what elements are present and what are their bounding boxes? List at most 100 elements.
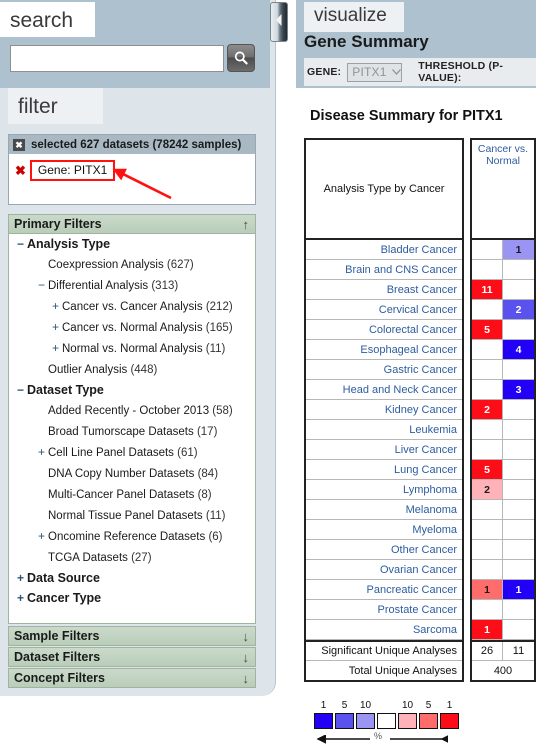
cancer-type-label[interactable]: Myeloma [306,520,462,540]
expand-down-icon[interactable]: ↓ [243,650,250,665]
section-dataset-filters-label: Dataset Filters [14,650,101,664]
expand-icon[interactable]: + [35,526,48,546]
filter-node[interactable]: + Cancer vs. Normal Analysis (165) [9,317,255,338]
cancer-type-label[interactable]: Lung Cancer [306,460,462,480]
filter-node-label[interactable]: Analysis Type [27,234,110,254]
filter-node-label[interactable]: Cell Line Panel Datasets [48,443,174,463]
filter-node[interactable]: − Differential Analysis (313) [9,275,255,296]
cell-under-expression[interactable]: 1 [503,580,534,599]
cell-over-expression[interactable]: 1 [472,580,503,599]
remove-filter-icon[interactable]: ✖ [15,164,26,177]
cancer-type-label[interactable]: Bladder Cancer [306,240,462,260]
filter-node[interactable]: DNA Copy Number Datasets (84) [9,463,255,484]
collapse-icon[interactable]: − [14,234,27,254]
filter-node-label[interactable]: Normal Tissue Panel Datasets [48,506,203,526]
cancer-type-label[interactable]: Prostate Cancer [306,600,462,620]
filter-node[interactable]: Outlier Analysis (448) [9,359,255,380]
cancer-type-label[interactable]: Colorectal Cancer [306,320,462,340]
tab-filter[interactable]: filter [8,88,103,124]
cancer-type-label[interactable]: Head and Neck Cancer [306,380,462,400]
filter-node[interactable]: Broad Tumorscape Datasets (17) [9,421,255,442]
filter-node[interactable]: Multi-Cancer Panel Datasets (8) [9,484,255,505]
section-primary-filters[interactable]: Primary Filters ↑ [8,214,256,234]
cancer-type-label[interactable]: Lymphoma [306,480,462,500]
filter-node-label[interactable]: Data Source [27,568,100,588]
cancer-type-label[interactable]: Gastric Cancer [306,360,462,380]
expand-down-icon[interactable]: ↓ [243,671,250,686]
tab-visualize[interactable]: visualize [304,2,404,32]
filter-node-label[interactable]: Differential Analysis [48,276,148,296]
filter-node[interactable]: + Oncomine Reference Datasets (6) [9,526,255,547]
section-sample-filters[interactable]: Sample Filters ↓ [8,626,256,646]
cancer-type-label[interactable]: Esophageal Cancer [306,340,462,360]
filter-node-label[interactable]: TCGA Datasets [48,548,128,568]
cell-under-expression[interactable]: 2 [503,300,534,319]
active-filter-gene[interactable]: Gene: PITX1 [29,160,116,181]
cancer-type-label[interactable]: Liver Cancer [306,440,462,460]
cancer-type-label[interactable]: Leukemia [306,420,462,440]
filter-node[interactable]: − Analysis Type [9,234,255,254]
expand-icon[interactable]: + [14,588,27,608]
cancer-type-label[interactable]: Cervical Cancer [306,300,462,320]
filter-node[interactable]: TCGA Datasets (27) [9,547,255,568]
cell-over-expression[interactable]: 11 [472,280,503,299]
cancer-type-label[interactable]: Breast Cancer [306,280,462,300]
filter-node[interactable]: Normal Tissue Panel Datasets (11) [9,505,255,526]
cancer-type-label[interactable]: Other Cancer [306,540,462,560]
cancer-type-label[interactable]: Pancreatic Cancer [306,580,462,600]
filter-node-label[interactable]: Oncomine Reference Datasets [48,527,205,547]
expand-icon[interactable]: + [49,317,62,337]
filter-node-label[interactable]: DNA Copy Number Datasets [48,464,194,484]
search-input[interactable] [10,44,224,72]
expand-icon[interactable]: + [49,338,62,358]
filter-node-label[interactable]: Cancer vs. Cancer Analysis [62,297,203,317]
filter-node-label[interactable]: Outlier Analysis [48,360,127,380]
cell-under-expression [503,400,534,419]
section-dataset-filters[interactable]: Dataset Filters ↓ [8,647,256,667]
filter-node[interactable]: + Cancer vs. Cancer Analysis (212) [9,296,255,317]
cancer-type-label[interactable]: Sarcoma [306,620,462,640]
panel-collapse-handle[interactable] [270,2,288,42]
search-button[interactable] [227,44,255,72]
cell-over-expression[interactable]: 1 [472,620,503,639]
filter-node[interactable]: Added Recently - October 2013 (58) [9,400,255,421]
filter-node[interactable]: + Cancer Type [9,588,255,608]
cell-over-expression[interactable]: 5 [472,320,503,339]
collapse-icon[interactable]: − [14,380,27,400]
section-concept-filters[interactable]: Concept Filters ↓ [8,668,256,688]
filter-node[interactable]: + Normal vs. Normal Analysis (11) [9,338,255,359]
cancer-type-label[interactable]: Ovarian Cancer [306,560,462,580]
expand-down-icon[interactable]: ↓ [243,629,250,644]
expand-icon[interactable]: + [49,296,62,316]
cell-under-expression[interactable]: 3 [503,380,534,399]
gene-select[interactable]: PITX1 [347,62,403,82]
filter-node-label[interactable]: Added Recently - October 2013 [48,401,209,421]
filter-node-label[interactable]: Normal vs. Normal Analysis [62,339,203,359]
collapse-up-icon[interactable]: ↑ [243,217,250,232]
cancer-type-label[interactable]: Kidney Cancer [306,400,462,420]
expand-icon[interactable]: + [14,568,27,588]
cell-over-expression[interactable]: 2 [472,480,503,499]
cancer-type-label[interactable]: Melanoma [306,500,462,520]
filter-node-label[interactable]: Cancer Type [27,588,101,608]
cell-over-expression[interactable]: 5 [472,460,503,479]
collapse-icon[interactable]: − [35,275,48,295]
spacer-icon [35,547,48,567]
cancer-type-label[interactable]: Brain and CNS Cancer [306,260,462,280]
close-icon[interactable]: ✖ [13,138,25,151]
cell-over-expression[interactable]: 2 [472,400,503,419]
filter-node[interactable]: − Dataset Type [9,380,255,400]
cell-under-expression[interactable]: 1 [503,240,534,259]
tab-search[interactable]: search [0,2,95,37]
filter-node[interactable]: + Cell Line Panel Datasets (61) [9,442,255,463]
filter-node[interactable]: Coexpression Analysis (627) [9,254,255,275]
filter-node-label[interactable]: Multi-Cancer Panel Datasets [48,485,194,505]
filter-node[interactable]: + Data Source [9,568,255,588]
filter-node-label[interactable]: Cancer vs. Normal Analysis [62,318,203,338]
filter-node-label[interactable]: Dataset Type [27,380,104,400]
expand-icon[interactable]: + [35,442,48,462]
cell-over-expression [472,540,503,559]
filter-node-label[interactable]: Coexpression Analysis [48,255,164,275]
filter-node-label[interactable]: Broad Tumorscape Datasets [48,422,194,442]
cell-under-expression[interactable]: 4 [503,340,534,359]
